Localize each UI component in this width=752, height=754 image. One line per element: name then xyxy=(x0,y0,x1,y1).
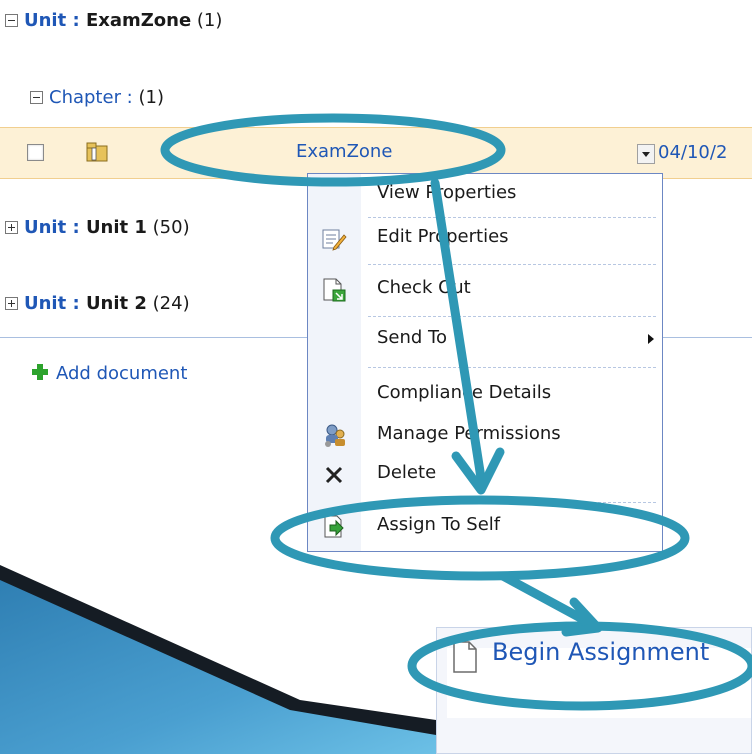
menu-item-assign-to-self[interactable]: Assign To Self xyxy=(308,508,662,548)
item-context-menu: View Properties Edit Properties Check Ou… xyxy=(307,173,663,552)
menu-item-label: Edit Properties xyxy=(377,226,509,247)
menu-item-label: View Properties xyxy=(377,182,517,203)
menu-item-view-properties[interactable]: View Properties xyxy=(308,176,662,216)
menu-item-delete[interactable]: Delete xyxy=(308,456,662,496)
begin-assignment-button[interactable]: Begin Assignment xyxy=(492,638,709,666)
menu-item-label: Manage Permissions xyxy=(377,423,561,444)
edit-properties-icon xyxy=(322,229,347,251)
menu-item-send-to[interactable]: Send To xyxy=(308,321,662,361)
menu-item-edit-properties[interactable]: Edit Properties xyxy=(308,220,662,260)
menu-item-label: Assign To Self xyxy=(377,514,501,535)
submenu-arrow-icon xyxy=(648,334,654,344)
menu-item-compliance-details[interactable]: Compliance Details xyxy=(308,376,662,416)
assign-to-self-icon xyxy=(324,515,344,538)
menu-item-label: Compliance Details xyxy=(377,382,552,403)
menu-item-manage-permissions[interactable]: Manage Permissions xyxy=(308,417,662,457)
check-out-icon xyxy=(323,278,346,302)
menu-item-label: Check Out xyxy=(377,277,471,298)
menu-item-label: Delete xyxy=(377,462,437,483)
manage-permissions-icon xyxy=(325,424,345,447)
document-icon xyxy=(453,641,477,673)
menu-item-check-out[interactable]: Check Out xyxy=(308,271,662,311)
menu-item-label: Send To xyxy=(377,327,448,348)
delete-icon xyxy=(325,466,343,484)
